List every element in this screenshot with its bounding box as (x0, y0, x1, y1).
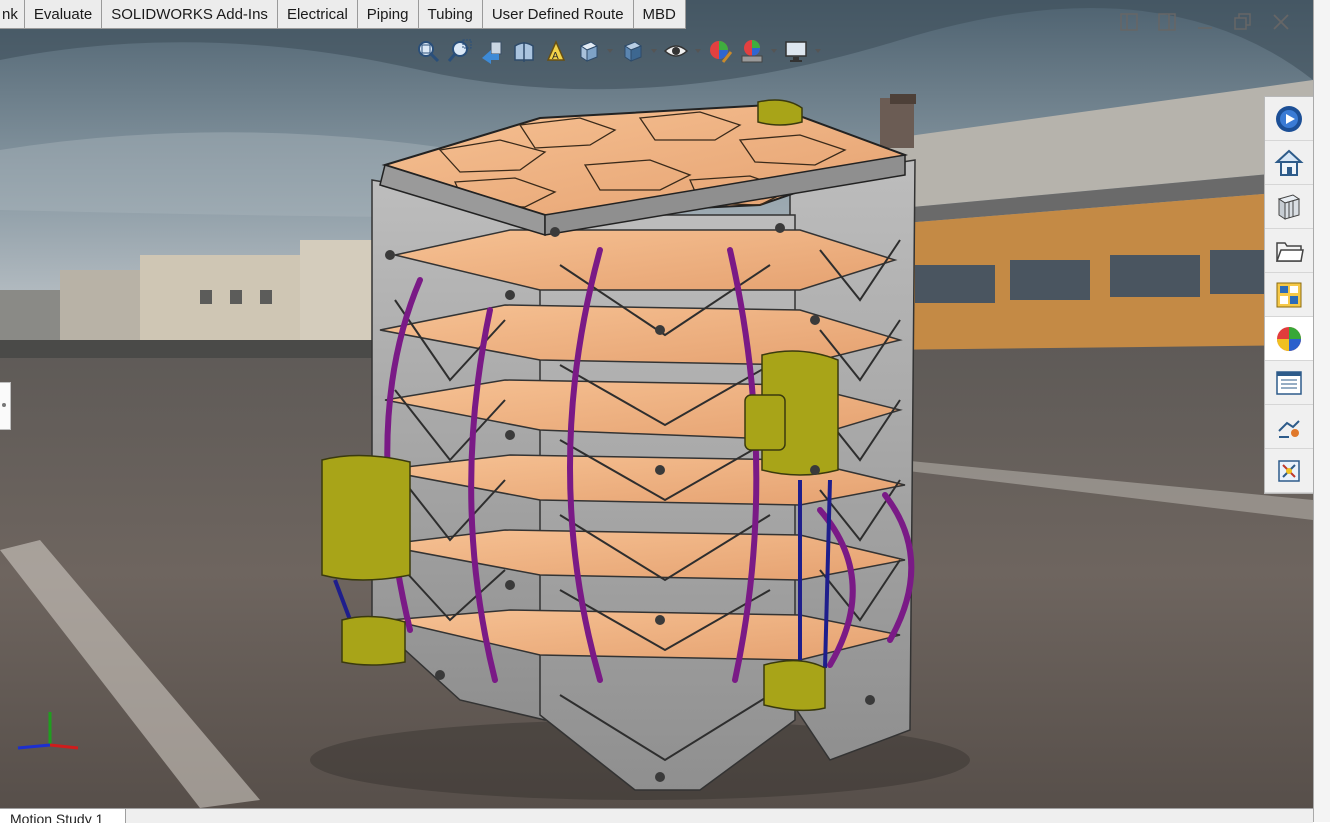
file-explorer-icon[interactable] (1265, 229, 1313, 273)
tab-mbd[interactable]: MBD (633, 0, 686, 29)
tab-solidworks-add-ins[interactable]: SOLIDWORKS Add-Ins (102, 0, 278, 29)
design-library-icon[interactable] (1265, 185, 1313, 229)
view-orientation-dropdown-icon[interactable] (605, 36, 615, 66)
tab-electrical[interactable]: Electrical (277, 0, 358, 29)
close-icon[interactable] (1267, 8, 1295, 36)
scene-background (0, 0, 1313, 808)
previous-view-icon[interactable] (477, 36, 507, 66)
solidworks-forum-icon[interactable] (1265, 405, 1313, 449)
heads-up-view-toolbar: A (413, 36, 823, 66)
graphics-area[interactable]: nk Evaluate SOLIDWORKS Add-Ins Electrica… (0, 0, 1313, 808)
custom-properties-icon[interactable] (1265, 361, 1313, 405)
view-palette-icon[interactable] (1265, 273, 1313, 317)
task-pane-collapsed-edge[interactable] (1313, 0, 1330, 822)
apply-scene-dropdown-icon[interactable] (769, 36, 779, 66)
display-style-dropdown-icon[interactable] (649, 36, 659, 66)
display-style-icon[interactable] (617, 36, 647, 66)
zoom-to-area-icon[interactable] (445, 36, 475, 66)
tab-piping[interactable]: Piping (357, 0, 419, 29)
feature-manager-flyout-handle[interactable] (0, 382, 11, 430)
solidworks-resources-icon[interactable] (1265, 97, 1313, 141)
view-settings-icon[interactable] (781, 36, 811, 66)
grip-dot-icon (2, 403, 6, 407)
task-pane-tabs (1264, 96, 1313, 494)
tab-link-truncated[interactable]: nk (0, 0, 25, 29)
minimize-icon[interactable] (1191, 8, 1219, 36)
command-manager-tabs: nk Evaluate SOLIDWORKS Add-Ins Electrica… (0, 0, 686, 30)
tile-left-icon[interactable] (1115, 8, 1143, 36)
restore-icon[interactable] (1229, 8, 1257, 36)
tab-motion-study-1[interactable]: Motion Study 1 (0, 809, 127, 823)
svg-text:A: A (552, 51, 559, 62)
section-view-icon[interactable] (509, 36, 539, 66)
tab-user-defined-route[interactable]: User Defined Route (482, 0, 634, 29)
dynamic-annotation-views-icon[interactable]: A (541, 36, 571, 66)
edit-appearance-icon[interactable] (705, 36, 735, 66)
hide-show-items-icon[interactable] (661, 36, 691, 66)
bottom-tab-bar: Motion Study 1 (0, 808, 1313, 823)
apply-scene-icon[interactable] (737, 36, 767, 66)
home-icon[interactable] (1265, 141, 1313, 185)
tile-right-icon[interactable] (1153, 8, 1181, 36)
tab-evaluate[interactable]: Evaluate (24, 0, 103, 29)
zoom-to-fit-icon[interactable] (413, 36, 443, 66)
hide-show-dropdown-icon[interactable] (693, 36, 703, 66)
window-controls (1115, 8, 1295, 36)
appearances-scenes-decals-icon[interactable] (1265, 317, 1313, 361)
view-orientation-icon[interactable] (573, 36, 603, 66)
electrical-routing-icon[interactable] (1265, 449, 1313, 493)
tab-tubing[interactable]: Tubing (418, 0, 483, 29)
view-settings-dropdown-icon[interactable] (813, 36, 823, 66)
